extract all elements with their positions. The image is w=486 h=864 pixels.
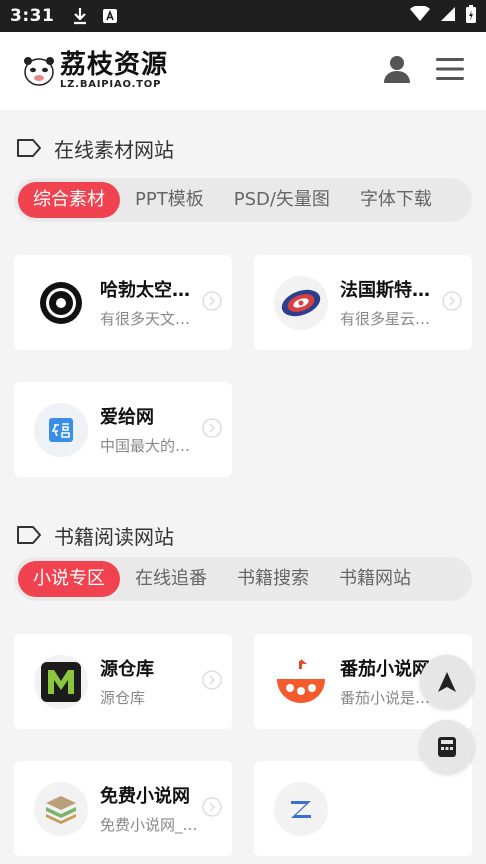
aigei-icon — [34, 402, 88, 457]
section-title-text: 在线素材网站 — [54, 137, 174, 162]
battery-icon — [466, 4, 476, 28]
materials-grid: 哈勃太空… 有很多天文… 法国斯特… 有很多星云… 爱给网 中国最大的… — [0, 255, 486, 509]
site-card[interactable]: 爱给网 中国最大的… — [14, 382, 232, 477]
chevron-right-icon — [202, 797, 222, 817]
panda-face-icon — [24, 57, 54, 86]
status-time: 3:31 — [10, 6, 55, 26]
chevron-right-icon — [202, 418, 222, 438]
card-desc: 有很多星云… — [340, 310, 431, 328]
tag-icon — [17, 526, 41, 544]
download-icon — [72, 7, 88, 25]
toolbox-button[interactable] — [420, 720, 474, 774]
tab-fonts[interactable]: 字体下载 — [345, 182, 447, 218]
section-title-text: 书籍阅读网站 — [54, 524, 174, 549]
tomato-icon — [274, 655, 328, 709]
tab-anime[interactable]: 在线追番 — [120, 561, 222, 597]
site-card[interactable]: 免费小说网 免费小说网_… — [14, 761, 232, 856]
site-card[interactable]: 源仓库 源仓库 — [14, 634, 232, 729]
tab-comprehensive[interactable]: 综合素材 — [18, 182, 120, 218]
books-tabs: 小说专区 在线追番 书籍搜索 书籍网站 — [14, 557, 472, 601]
tag-icon — [17, 139, 41, 157]
card-name: 源仓库 — [100, 659, 154, 680]
chevron-right-icon — [202, 670, 222, 690]
user-icon[interactable] — [384, 55, 410, 87]
card-desc: 有很多天文… — [100, 310, 191, 328]
book-stack-icon — [34, 781, 88, 836]
app-title: 荔枝资源 — [60, 50, 169, 80]
tab-book-search[interactable]: 书籍搜索 — [222, 561, 324, 597]
app-logo[interactable]: 荔枝资源 LZ.BAIPIAO.TOP — [22, 51, 168, 91]
calculator-icon — [438, 737, 456, 757]
navigation-arrow-icon — [438, 672, 456, 692]
card-desc: 源仓库 — [100, 689, 146, 707]
books-grid: 源仓库 源仓库 番茄小说网 番茄小说是… 免费小说网 免费小说网_… — [0, 634, 486, 864]
card-desc: 免费小说网_… — [100, 816, 198, 834]
app-subtitle: LZ.BAIPIAO.TOP — [60, 79, 162, 90]
tab-novels[interactable]: 小说专区 — [18, 561, 120, 597]
site-card[interactable] — [254, 761, 472, 856]
card-desc: 中国最大的… — [100, 437, 191, 455]
status-bar: 3:31 — [0, 0, 486, 32]
card-name: 法国斯特… — [340, 280, 430, 301]
wifi-icon — [410, 4, 430, 27]
section-title-books: 书籍阅读网站 — [0, 513, 486, 557]
chevron-right-icon — [202, 291, 222, 311]
app-header: 荔枝资源 LZ.BAIPIAO.TOP — [0, 32, 486, 110]
navigate-button[interactable] — [420, 655, 474, 709]
materials-tabs: 综合素材 PPT模板 PSD/矢量图 字体下载 — [14, 178, 472, 222]
site-card[interactable]: 哈勃太空… 有很多天文… — [14, 255, 232, 350]
tab-book-sites[interactable]: 书籍网站 — [324, 561, 426, 597]
menu-icon[interactable] — [436, 57, 464, 85]
card-name: 免费小说网 — [100, 786, 190, 807]
site-card[interactable]: 法国斯特… 有很多星云… — [254, 255, 472, 350]
m-logo-icon — [34, 654, 88, 709]
galaxy-icon — [274, 275, 328, 330]
section-title-materials: 在线素材网站 — [0, 126, 486, 170]
signal-icon — [440, 6, 456, 27]
tab-ppt[interactable]: PPT模板 — [120, 182, 219, 218]
tab-psd[interactable]: PSD/矢量图 — [219, 182, 345, 218]
chevron-right-icon — [442, 291, 462, 311]
keyboard-a-icon — [102, 8, 118, 24]
z-logo-icon — [274, 781, 328, 836]
card-name: 哈勃太空… — [100, 280, 190, 301]
card-name: 爱给网 — [100, 407, 154, 428]
hubble-icon — [34, 276, 88, 330]
